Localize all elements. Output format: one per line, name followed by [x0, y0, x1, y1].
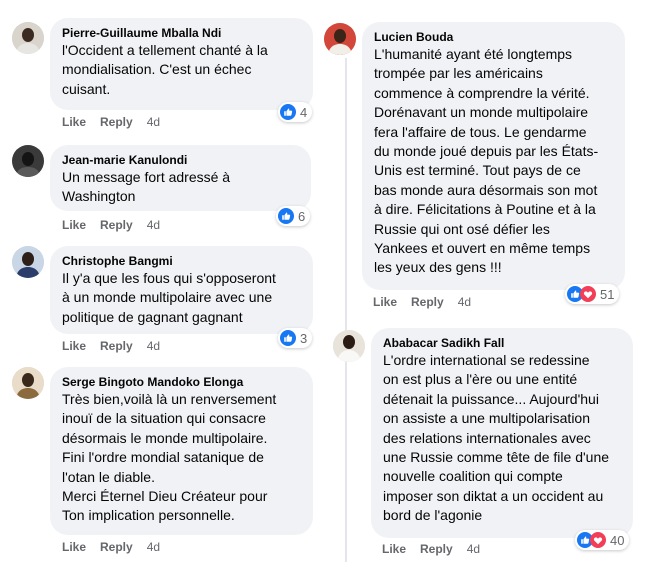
comment-timestamp[interactable]: 4d — [147, 115, 160, 129]
reaction-summary[interactable]: 4 — [278, 102, 313, 122]
comment-author[interactable]: Jean-marie Kanulondi — [62, 152, 299, 168]
comment-bubble: Ababacar Sadikh Fall L'ordre internation… — [371, 328, 633, 538]
comment-bubble: Jean-marie Kanulondi Un message fort adr… — [50, 145, 311, 211]
like-icon — [278, 208, 294, 224]
love-icon — [590, 532, 606, 548]
reply-button[interactable]: Reply — [420, 542, 453, 556]
reaction-summary[interactable]: 6 — [276, 206, 311, 226]
comment-bubble: Serge Bingoto Mandoko Elonga Très bien,v… — [50, 367, 313, 535]
reaction-count: 4 — [300, 104, 308, 120]
avatar[interactable] — [12, 145, 44, 177]
comment-actions: Like Reply 4d — [62, 338, 160, 354]
comment-text: l'Occident a tellement chanté à la mondi… — [62, 42, 268, 97]
like-icon — [280, 104, 296, 120]
like-button[interactable]: Like — [62, 540, 86, 554]
reply-button[interactable]: Reply — [100, 218, 133, 232]
like-button[interactable]: Like — [62, 218, 86, 232]
comment-author[interactable]: Pierre-Guillaume Mballa Ndi — [62, 25, 301, 41]
like-button[interactable]: Like — [62, 339, 86, 353]
avatar[interactable] — [333, 330, 365, 362]
comment-text: L'ordre international se redessine on es… — [383, 352, 610, 524]
comment-author[interactable]: Lucien Bouda — [374, 29, 613, 45]
avatar[interactable] — [324, 23, 356, 55]
comment-text: Très bien,voilà là un renversement inouï… — [62, 391, 277, 524]
reaction-count: 51 — [600, 286, 615, 302]
reaction-count: 6 — [298, 208, 306, 224]
comment-text: L'humanité ayant été longtemps trompée p… — [374, 46, 599, 276]
comment-actions: Like Reply 4d — [62, 217, 160, 233]
comment-author[interactable]: Ababacar Sadikh Fall — [383, 335, 621, 351]
comment-timestamp[interactable]: 4d — [147, 218, 160, 232]
like-button[interactable]: Like — [373, 295, 397, 309]
comment-actions: Like Reply 4d — [373, 294, 471, 310]
comment-actions: Like Reply 4d — [382, 541, 480, 557]
avatar[interactable] — [12, 367, 44, 399]
reply-button[interactable]: Reply — [100, 339, 133, 353]
avatar[interactable] — [12, 22, 44, 54]
comment-actions: Like Reply 4d — [62, 114, 160, 130]
comment-bubble: Christophe Bangmi Il y'a que les fous qu… — [50, 246, 313, 334]
reaction-summary[interactable]: 40 — [575, 530, 630, 550]
comment-timestamp[interactable]: 4d — [147, 540, 160, 554]
comment-bubble: Pierre-Guillaume Mballa Ndi l'Occident a… — [50, 18, 313, 110]
reaction-summary[interactable]: 3 — [278, 328, 313, 348]
comment-bubble: Lucien Bouda L'humanité ayant été longte… — [362, 22, 625, 290]
avatar[interactable] — [12, 246, 44, 278]
love-icon — [580, 286, 596, 302]
comment-timestamp[interactable]: 4d — [467, 542, 480, 556]
comment-timestamp[interactable]: 4d — [458, 295, 471, 309]
comment-timestamp[interactable]: 4d — [147, 339, 160, 353]
comment-author[interactable]: Serge Bingoto Mandoko Elonga — [62, 374, 301, 390]
like-icon — [280, 330, 296, 346]
comment-author[interactable]: Christophe Bangmi — [62, 253, 301, 269]
comment-text: Il y'a que les fous qui s'opposeront à u… — [62, 270, 276, 325]
reply-button[interactable]: Reply — [100, 115, 133, 129]
reaction-count: 40 — [610, 532, 625, 548]
comment-text: Un message fort adressé à Washington — [62, 169, 231, 205]
like-button[interactable]: Like — [62, 115, 86, 129]
reaction-count: 3 — [300, 330, 308, 346]
thread-line — [345, 58, 347, 562]
reaction-summary[interactable]: 51 — [565, 284, 620, 304]
like-button[interactable]: Like — [382, 542, 406, 556]
reply-button[interactable]: Reply — [100, 540, 133, 554]
comment-actions: Like Reply 4d — [62, 539, 160, 555]
reply-button[interactable]: Reply — [411, 295, 444, 309]
